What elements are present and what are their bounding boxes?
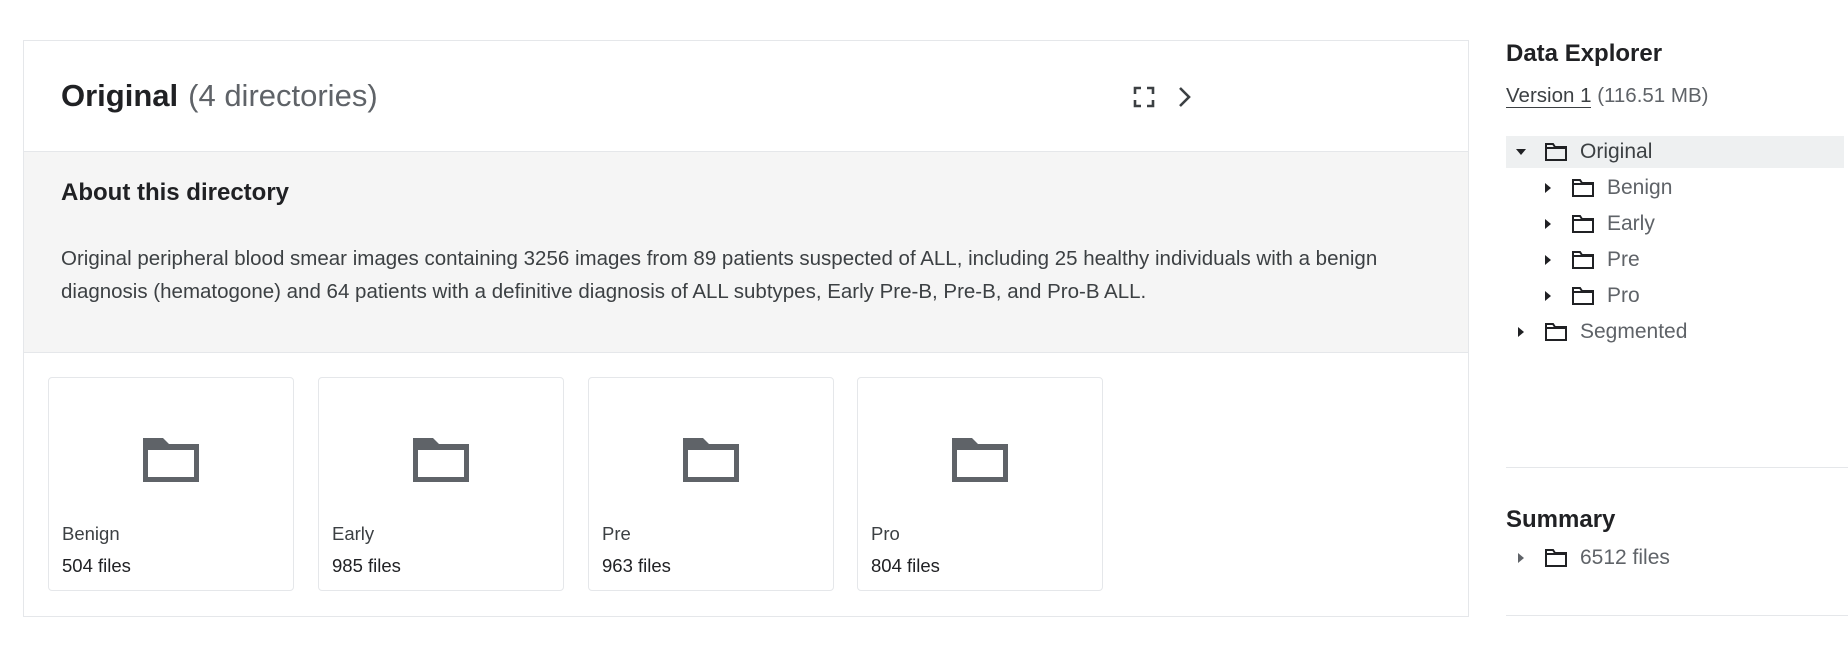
caret-right-icon[interactable]	[1541, 289, 1555, 303]
tree-item-label: Pro	[1607, 284, 1640, 307]
folder-icon	[143, 438, 199, 482]
tree-item-label: Segmented	[1580, 320, 1688, 343]
tree-item-label: Pre	[1607, 248, 1640, 271]
card-file-count: 963 files	[602, 555, 671, 576]
tree-item-pro[interactable]: Pro	[1506, 280, 1844, 312]
caret-right-icon[interactable]	[1514, 551, 1528, 565]
version-size: (116.51 MB)	[1597, 84, 1709, 107]
card-name: Pro	[871, 523, 900, 544]
about-section: About this directory Original peripheral…	[24, 152, 1468, 353]
tree-item-original[interactable]: Original	[1506, 136, 1844, 168]
directory-panel: Original (4 directories) About this direc…	[23, 40, 1469, 617]
sidebar-divider	[1506, 615, 1848, 616]
folder-icon	[952, 438, 1008, 482]
fullscreen-button[interactable]	[1126, 79, 1162, 115]
caret-down-icon[interactable]	[1514, 145, 1528, 159]
folder-outline-icon	[1544, 548, 1568, 568]
directory-count: (4 directories)	[188, 78, 378, 113]
folder-outline-icon	[1571, 178, 1595, 198]
panel-header: Original (4 directories)	[24, 41, 1468, 152]
folder-outline-icon	[1544, 142, 1568, 162]
tree-item-early[interactable]: Early	[1506, 208, 1844, 240]
summary-title: Summary	[1506, 506, 1616, 533]
caret-right-icon[interactable]	[1541, 253, 1555, 267]
card-name: Benign	[62, 523, 120, 544]
summary-files-label: 6512 files	[1580, 546, 1670, 569]
caret-right-icon[interactable]	[1514, 325, 1528, 339]
card-name: Early	[332, 523, 375, 544]
directory-card-pre[interactable]: Pre 963 files	[588, 377, 834, 591]
tree-item-label: Benign	[1607, 176, 1673, 199]
about-heading: About this directory	[61, 179, 290, 206]
version-info: Version 1 (116.51 MB)	[1506, 84, 1708, 108]
folder-icon	[683, 438, 739, 482]
folder-outline-icon	[1571, 214, 1595, 234]
folder-outline-icon	[1571, 250, 1595, 270]
page-title: Original (4 directories)	[61, 77, 378, 114]
summary-files-item[interactable]: 6512 files	[1506, 542, 1844, 574]
folder-outline-icon	[1544, 322, 1568, 342]
fullscreen-icon	[1133, 86, 1155, 108]
tree-item-label: Original	[1580, 140, 1653, 163]
tree-item-pre[interactable]: Pre	[1506, 244, 1844, 276]
folder-icon	[413, 438, 469, 482]
caret-right-icon[interactable]	[1541, 181, 1555, 195]
chevron-right-icon	[1179, 87, 1191, 107]
directory-name: Original	[61, 78, 179, 113]
directory-card-pro[interactable]: Pro 804 files	[857, 377, 1103, 591]
sidebar-divider	[1506, 467, 1848, 468]
card-file-count: 504 files	[62, 555, 131, 576]
card-file-count: 985 files	[332, 555, 401, 576]
card-name: Pre	[602, 523, 631, 544]
version-link[interactable]: Version 1	[1506, 84, 1592, 108]
folder-outline-icon	[1571, 286, 1595, 306]
directory-card-benign[interactable]: Benign 504 files	[48, 377, 294, 591]
card-file-count: 804 files	[871, 555, 940, 576]
directory-card-early[interactable]: Early 985 files	[318, 377, 564, 591]
caret-right-icon[interactable]	[1541, 217, 1555, 231]
directory-cards: Benign 504 files Early 985 files Pre 963…	[24, 353, 1468, 618]
tree-item-segmented[interactable]: Segmented	[1506, 316, 1844, 348]
about-description: Original peripheral blood smear images c…	[61, 247, 1378, 303]
tree-item-label: Early	[1607, 212, 1655, 235]
next-button[interactable]	[1166, 79, 1202, 115]
data-explorer-title: Data Explorer	[1506, 40, 1663, 67]
tree-item-benign[interactable]: Benign	[1506, 172, 1844, 204]
